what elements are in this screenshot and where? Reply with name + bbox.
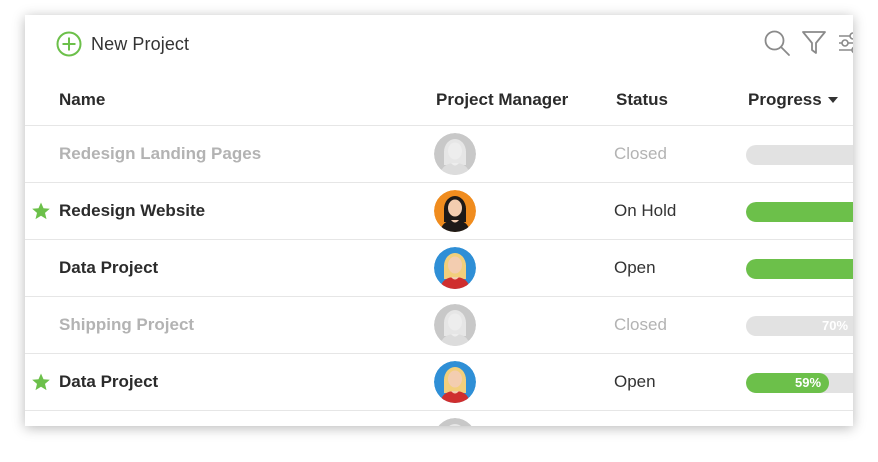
new-project-label: New Project bbox=[91, 33, 190, 54]
progress-fill bbox=[746, 259, 853, 279]
plus-circle-icon bbox=[56, 31, 82, 57]
new-project-button[interactable]: New Project bbox=[56, 31, 189, 57]
progress-percent-label: 70% bbox=[822, 318, 849, 333]
manager-avatar[interactable] bbox=[434, 247, 476, 289]
table-header: Name Project Manager Status Progress bbox=[25, 88, 853, 126]
progress-bar: 59% bbox=[746, 373, 853, 393]
column-header-project-manager[interactable]: Project Manager bbox=[436, 90, 568, 110]
manager-avatar[interactable] bbox=[434, 304, 476, 346]
status-text: Closed bbox=[614, 315, 667, 334]
column-header-progress-label: Progress bbox=[748, 90, 822, 109]
toolbar-icons bbox=[753, 29, 853, 62]
progress-percent-label: 59% bbox=[795, 375, 822, 390]
table-row[interactable]: Redesign Landing Pages Closed bbox=[25, 125, 853, 182]
progress-fill bbox=[746, 202, 853, 222]
project-name[interactable]: Data Project bbox=[59, 372, 158, 392]
project-name[interactable]: Redesign Website bbox=[59, 201, 205, 221]
manager-avatar[interactable] bbox=[434, 190, 476, 232]
star-icon[interactable] bbox=[31, 201, 51, 226]
manager-avatar[interactable] bbox=[434, 133, 476, 175]
progress-bar: 70% bbox=[746, 316, 853, 336]
table-row[interactable]: Redesign Website On Hold bbox=[25, 182, 853, 239]
table-row-partial[interactable] bbox=[25, 410, 853, 426]
table-row[interactable]: Data Project Open bbox=[25, 239, 853, 296]
status-text: Closed bbox=[614, 144, 667, 163]
column-header-status[interactable]: Status bbox=[616, 90, 668, 110]
search-icon[interactable] bbox=[763, 29, 791, 62]
filter-icon[interactable] bbox=[801, 29, 827, 62]
manager-avatar[interactable] bbox=[434, 361, 476, 403]
star-icon[interactable] bbox=[31, 372, 51, 397]
table-row[interactable]: Shipping Project Closed 70% bbox=[25, 296, 853, 353]
status-text: On Hold bbox=[614, 201, 677, 220]
project-name[interactable]: Shipping Project bbox=[59, 315, 194, 335]
sliders-icon[interactable] bbox=[837, 29, 853, 62]
sort-desc-caret-icon bbox=[827, 97, 838, 103]
toolbar: New Project bbox=[25, 15, 853, 73]
status-text: Open bbox=[614, 372, 656, 391]
progress-bar bbox=[746, 259, 853, 279]
table-body: Redesign Landing Pages Closed Redesign Web… bbox=[25, 125, 853, 426]
status-text: Open bbox=[614, 258, 656, 277]
progress-bar bbox=[746, 202, 853, 222]
project-name[interactable]: Redesign Landing Pages bbox=[59, 144, 261, 164]
project-name[interactable]: Data Project bbox=[59, 258, 158, 278]
progress-bar bbox=[746, 145, 853, 165]
table-row[interactable]: Data Project Open 59% bbox=[25, 353, 853, 410]
manager-avatar bbox=[434, 418, 476, 426]
projects-panel: New Project Name Project Manager Status … bbox=[25, 15, 853, 426]
column-header-name[interactable]: Name bbox=[59, 90, 105, 110]
column-header-progress[interactable]: Progress bbox=[748, 90, 838, 110]
